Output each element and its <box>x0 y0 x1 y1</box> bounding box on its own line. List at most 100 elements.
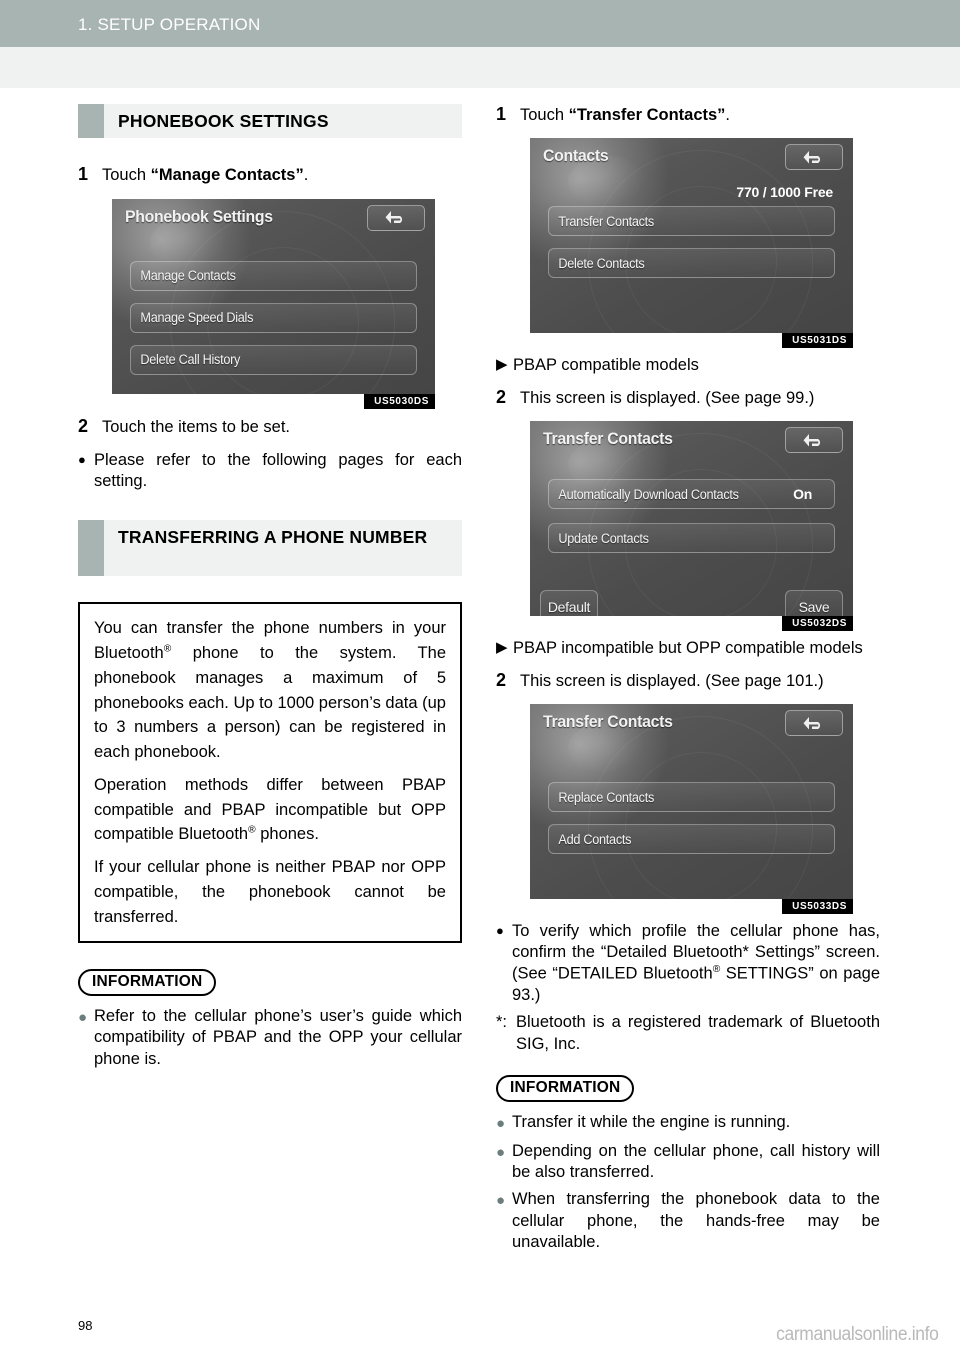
triangle-marker-icon: ▶ <box>496 356 508 374</box>
back-arrow-icon <box>803 149 825 166</box>
step-1-touch-transfer-contacts: 1 Touch “Transfer Contacts”. <box>496 104 880 126</box>
screen-button-manage-speed-dials[interactable]: Manage Speed Dials <box>130 302 417 333</box>
registered-trademark-icon: ® <box>248 824 256 836</box>
information-item-text: When transferring the phonebook data to … <box>512 1190 880 1251</box>
nav-screen: Phonebook Settings Manage Contacts Manag… <box>112 198 435 394</box>
step-2-screen-displayed-101: 2 This screen is displayed. (See page 10… <box>496 670 880 692</box>
step-number: 2 <box>78 415 89 436</box>
back-button[interactable] <box>785 710 843 737</box>
information-item-text: Transfer it while the engine is running. <box>512 1113 791 1131</box>
screen-button-label: Delete Call History <box>140 352 241 368</box>
step-number: 1 <box>78 164 89 185</box>
information-label: INFORMATION <box>78 969 217 997</box>
figure-contacts-screen: Contacts 770 / 1000 Free Transfer Contac… <box>530 138 853 349</box>
nav-screen: Transfer Contacts Replace Contacts Add C… <box>530 704 853 900</box>
section-heading-text: PHONEBOOK SETTINGS <box>118 111 329 131</box>
information-item-text: Depending on the cellular phone, call hi… <box>512 1142 880 1182</box>
marker-text: PBAP compatible models <box>513 356 699 375</box>
screen-row-automatically-download-contacts[interactable]: Automatically Download Contacts On <box>548 479 835 510</box>
step-text-suffix: . <box>725 106 731 124</box>
screen-row-value: On <box>793 486 812 503</box>
information-label: INFORMATION <box>496 1075 635 1102</box>
back-arrow-icon <box>803 432 825 449</box>
body-paragraph-2: Operation methods differ between PBAP co… <box>94 773 446 847</box>
figure-code: US5032DS <box>782 616 853 632</box>
marker-pbap-compatible-models: ▶ PBAP compatible models <box>496 355 880 376</box>
section-accent-swatch <box>78 104 104 139</box>
information-item-text: Refer to the cellular phone’s user’s gui… <box>94 1007 462 1068</box>
figure-phonebook-settings-screen: Phonebook Settings Manage Contacts Manag… <box>112 198 435 409</box>
triangle-marker-icon: ▶ <box>496 639 508 657</box>
step-2-touch-items: 2 Touch the items to be set. <box>78 416 462 438</box>
screen-button-label: Delete Contacts <box>558 255 645 271</box>
bullet-text: To verify which profile the cellular pho… <box>512 921 880 1006</box>
figure-code: US5031DS <box>782 333 853 349</box>
page-number: 98 <box>78 1318 93 1333</box>
figure-transfer-contacts-pbap-screen: Transfer Contacts Automatically Download… <box>530 421 853 632</box>
back-button[interactable] <box>785 427 843 454</box>
marker-text: PBAP incompatible but OPP compatible mod… <box>513 639 863 658</box>
watermark: carmanualsonline.info <box>775 1324 939 1345</box>
screen-button-save[interactable]: Save <box>785 590 843 617</box>
screen-button-label: Replace Contacts <box>558 789 655 805</box>
bullet-text: Please refer to the following pages for … <box>94 451 462 491</box>
screen-button-label: Add Contacts <box>558 831 632 847</box>
step-text: Touch the items to be set. <box>102 417 291 436</box>
screen-title: Transfer Contacts <box>543 712 673 732</box>
screen-button-delete-contacts[interactable]: Delete Contacts <box>548 248 835 279</box>
information-item: ● Depending on the cellular phone, call … <box>496 1141 880 1183</box>
screen-button-default[interactable]: Default <box>540 590 598 617</box>
step-text-quoted: “Manage Contacts” <box>150 166 304 185</box>
step-text: This screen is displayed. (See page 99.) <box>520 388 815 407</box>
screen-title: Contacts <box>543 146 609 166</box>
paragraph-part: phones. <box>255 825 319 844</box>
step-text-suffix: . <box>303 166 309 185</box>
step-text-prefix: Touch <box>102 166 151 185</box>
back-button[interactable] <box>785 144 843 171</box>
screen-button-replace-contacts[interactable]: Replace Contacts <box>548 782 835 813</box>
screen-button-update-contacts[interactable]: Update Contacts <box>548 523 835 554</box>
figure-code: US5030DS <box>364 393 435 409</box>
step-text-quoted: “Transfer Contacts” <box>568 106 726 124</box>
footnote-marker: *: <box>496 1013 508 1032</box>
information-block-right: INFORMATION ● Transfer it while the engi… <box>496 1075 880 1253</box>
nav-screen: Contacts 770 / 1000 Free Transfer Contac… <box>530 138 853 334</box>
body-paragraph-3: If your cellular phone is neither PBAP n… <box>94 858 446 926</box>
screen-button-label: Transfer Contacts <box>558 213 654 229</box>
information-block-left: INFORMATION ● Refer to the cellular phon… <box>78 969 462 1069</box>
bullet-refer-pages: ● Please refer to the following pages fo… <box>78 450 462 492</box>
step-text-prefix: Touch <box>520 106 569 124</box>
section-accent-swatch <box>78 520 104 577</box>
left-column: PHONEBOOK SETTINGS 1 Touch “Manage Conta… <box>78 104 462 1076</box>
bullet-dot-icon: ● <box>496 923 504 939</box>
screen-button-label: Manage Contacts <box>140 268 236 284</box>
marker-pbap-incompatible-opp-compatible-models: ▶ PBAP incompatible but OPP compatible m… <box>496 638 880 659</box>
step-1-touch-manage-contacts: 1 Touch “Manage Contacts”. <box>78 164 462 186</box>
screen-button-transfer-contacts[interactable]: Transfer Contacts <box>548 206 835 237</box>
bullet-dot-icon: ● <box>496 1115 506 1132</box>
information-item: ● When transferring the phonebook data t… <box>496 1189 880 1252</box>
screen-button-label: Update Contacts <box>558 530 649 546</box>
section-heading-transferring-a-phone-number: TRANSFERRING A PHONE NUMBER <box>78 520 462 577</box>
step-number: 1 <box>496 104 507 124</box>
screen-button-delete-call-history[interactable]: Delete Call History <box>130 344 417 375</box>
step-number: 2 <box>496 386 507 407</box>
bullet-dot-icon: ● <box>78 452 86 468</box>
footnote-bluetooth-trademark: *: Bluetooth is a registered trademark o… <box>496 1012 880 1055</box>
back-arrow-icon <box>803 715 825 732</box>
screen-ring-decoration <box>588 150 813 334</box>
step-text: This screen is displayed. (See page 101.… <box>520 671 824 690</box>
bullet-dot-icon: ● <box>496 1144 506 1162</box>
footnote-text: Bluetooth is a registered trademark of B… <box>516 1013 880 1053</box>
step-number: 2 <box>496 669 507 690</box>
screen-button-label: Manage Speed Dials <box>140 310 254 326</box>
chapter-title: 1. SETUP OPERATION <box>78 15 261 34</box>
nav-screen: Transfer Contacts Automatically Download… <box>530 421 853 617</box>
screen-button-label: Automatically Download Contacts <box>558 486 739 502</box>
information-item: ● Refer to the cellular phone’s user’s g… <box>78 1006 462 1069</box>
screen-button-manage-contacts[interactable]: Manage Contacts <box>130 260 417 291</box>
back-button[interactable] <box>367 204 425 231</box>
screen-button-add-contacts[interactable]: Add Contacts <box>548 824 835 855</box>
step-text: Touch “Manage Contacts”. <box>102 165 462 186</box>
figure-transfer-contacts-opp-screen: Transfer Contacts Replace Contacts Add C… <box>530 704 853 915</box>
